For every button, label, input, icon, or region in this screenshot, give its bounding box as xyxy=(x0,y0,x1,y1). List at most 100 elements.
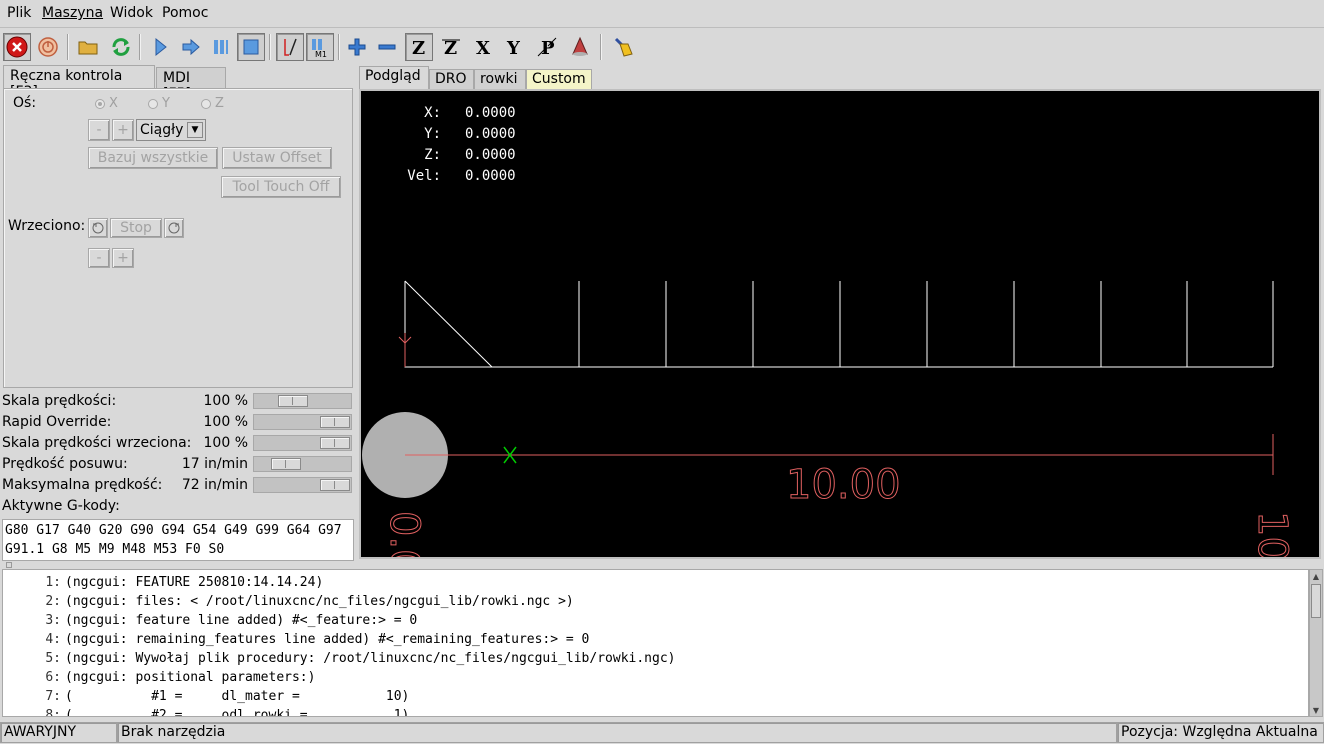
axis-y-radio[interactable]: Y xyxy=(148,96,170,111)
rotate-view-button[interactable] xyxy=(566,33,594,61)
spindle-label: Wrzeciono: xyxy=(8,218,86,234)
gcode-line: 1: (ngcgui: FEATURE 250810:14.14.24) xyxy=(3,573,1308,592)
menu-widok[interactable]: Widok xyxy=(110,5,153,21)
reload-icon xyxy=(112,38,130,56)
zoom-in-icon xyxy=(348,38,366,56)
slider-thumb[interactable] xyxy=(320,437,350,449)
optional-stop-button[interactable]: M1 xyxy=(306,33,334,61)
scroll-up-icon[interactable]: ▲ xyxy=(1310,570,1322,582)
slider-thumb[interactable] xyxy=(320,416,350,428)
scroll-thumb[interactable] xyxy=(1311,584,1321,618)
view-p-button[interactable]: P xyxy=(533,33,561,61)
tab-rowki[interactable]: rowki xyxy=(474,69,526,89)
active-gcodes-label: Aktywne G-kody: xyxy=(2,498,120,514)
menu-plik[interactable]: Plik xyxy=(7,5,31,21)
gcode-line: 8: ( #2 = odl_rowki = 1) xyxy=(3,706,1308,717)
line-text: (ngcgui: Wywołaj plik procedury: /root/l… xyxy=(65,651,676,666)
axis-x-radio[interactable]: X xyxy=(95,96,118,111)
line-number: 5: xyxy=(45,651,61,666)
view-z2-button[interactable]: Z xyxy=(437,33,465,61)
step-button[interactable] xyxy=(177,33,205,61)
tab-preview[interactable]: Podgląd xyxy=(359,66,429,89)
pause-button[interactable] xyxy=(207,33,235,61)
block-delete-button[interactable] xyxy=(276,33,304,61)
status-bar: AWARYJNY Brak narzędzia Pozycja: Względn… xyxy=(0,721,1324,744)
line-text: (ngcgui: feature line added) #<_feature:… xyxy=(65,613,418,628)
run-icon xyxy=(155,37,167,57)
spindle-plus-button[interactable]: + xyxy=(112,248,134,268)
svg-text:Y: Y xyxy=(506,38,521,58)
slider-thumb[interactable] xyxy=(277,395,308,407)
spindle-stop-button[interactable]: Stop xyxy=(110,218,162,238)
rotate-view-icon xyxy=(572,36,588,56)
gcode-line: 6: (ngcgui: positional parameters:) xyxy=(3,668,1308,687)
reload-button[interactable] xyxy=(107,33,135,61)
override-label: Maksymalna prędkość: xyxy=(2,477,163,493)
gcode-line: 3: (ngcgui: feature line added) #<_featur… xyxy=(3,611,1308,630)
view-z-button[interactable]: Z xyxy=(405,33,433,61)
manual-control-panel: Oś: X Y Z - + Ciągły ▼ Bazuj wszystkie U… xyxy=(3,88,353,388)
menu-pomoc[interactable]: Pomoc xyxy=(162,5,208,21)
dimension-label-right: 10. xyxy=(1249,511,1295,557)
machine-power-button[interactable] xyxy=(34,33,62,61)
zoom-in-button[interactable] xyxy=(343,33,371,61)
tab-custom[interactable]: Custom xyxy=(526,69,592,89)
line-text: (ngcgui: remaining_features line added) … xyxy=(65,632,590,647)
jog-mode-value: Ciągły xyxy=(140,122,184,138)
stop-button[interactable] xyxy=(237,33,265,61)
gcode-listing[interactable]: 1: (ngcgui: FEATURE 250810:14.14.24) 2: (ng… xyxy=(2,569,1309,717)
gcode-scrollbar[interactable]: ▲ ▼ xyxy=(1309,569,1323,717)
max-velocity-slider[interactable] xyxy=(253,477,352,493)
tab-dro[interactable]: DRO xyxy=(429,69,474,89)
line-number: 2: xyxy=(45,594,61,609)
zoom-out-button[interactable] xyxy=(373,33,401,61)
tab-manual[interactable]: Ręczna kontrola [F3] xyxy=(3,65,155,100)
line-number: 1: xyxy=(45,575,61,590)
axis-z-radio[interactable]: Z xyxy=(201,96,224,111)
override-label: Skala prędkości: xyxy=(2,393,117,409)
spindle-ccw-icon xyxy=(92,222,104,234)
view-x-icon: X xyxy=(476,38,490,58)
slider-thumb[interactable] xyxy=(320,479,350,491)
menu-bar: Plik Maszyna Widok Pomoc xyxy=(0,0,1324,28)
estop-icon xyxy=(6,36,28,58)
line-number: 3: xyxy=(45,613,61,628)
svg-text:Z: Z xyxy=(412,38,425,58)
jog-minus-button[interactable]: - xyxy=(88,119,110,141)
spindle-ccw-button[interactable] xyxy=(88,218,108,238)
jog-plus-button[interactable]: + xyxy=(112,119,134,141)
pause-icon xyxy=(214,40,228,54)
override-label: Prędkość posuwu: xyxy=(2,456,128,472)
open-file-button[interactable] xyxy=(74,33,102,61)
spindle-cw-button[interactable] xyxy=(164,218,184,238)
jog-mode-select[interactable]: Ciągły ▼ xyxy=(136,119,206,141)
position-mode: Pozycja: Względna Aktualna xyxy=(1117,722,1324,743)
pane-grip[interactable] xyxy=(6,562,12,568)
rapid-override-slider[interactable] xyxy=(253,414,352,430)
run-button[interactable] xyxy=(146,33,174,61)
slider-thumb[interactable] xyxy=(270,458,301,470)
home-all-button[interactable]: Bazuj wszystkie xyxy=(88,147,218,169)
svg-text:M1: M1 xyxy=(315,50,327,58)
clear-plot-icon xyxy=(614,37,633,57)
spindle-override-slider[interactable] xyxy=(253,435,352,451)
chevron-down-icon: ▼ xyxy=(187,122,203,138)
estop-button[interactable] xyxy=(3,33,31,61)
clear-plot-button[interactable] xyxy=(609,33,637,61)
preview-canvas[interactable]: X: 0.0000 Y: 0.0000 Z: 0.0000 Vel: 0.000… xyxy=(359,89,1321,559)
tool-touch-off-button[interactable]: Tool Touch Off xyxy=(221,176,341,198)
jog-speed-slider[interactable] xyxy=(253,456,352,472)
feed-override-slider[interactable] xyxy=(253,393,352,409)
menu-maszyna[interactable]: Maszyna xyxy=(42,5,103,21)
touch-off-button[interactable]: Ustaw Offset xyxy=(222,147,332,169)
scroll-down-icon[interactable]: ▼ xyxy=(1310,704,1322,716)
view-x-button[interactable]: X xyxy=(469,33,497,61)
view-y-button[interactable]: Y xyxy=(500,33,528,61)
toolpath-lines xyxy=(404,280,1274,368)
override-value: 100 % xyxy=(203,414,248,430)
spindle-minus-button[interactable]: - xyxy=(88,248,110,268)
gcode-line: 5: (ngcgui: Wywołaj plik procedury: /root… xyxy=(3,649,1308,668)
line-text: ( #2 = odl_rowki = 1) xyxy=(65,708,410,717)
tab-mdi[interactable]: MDI [F5] xyxy=(156,67,226,102)
line-text: (ngcgui: positional parameters:) xyxy=(65,670,316,685)
